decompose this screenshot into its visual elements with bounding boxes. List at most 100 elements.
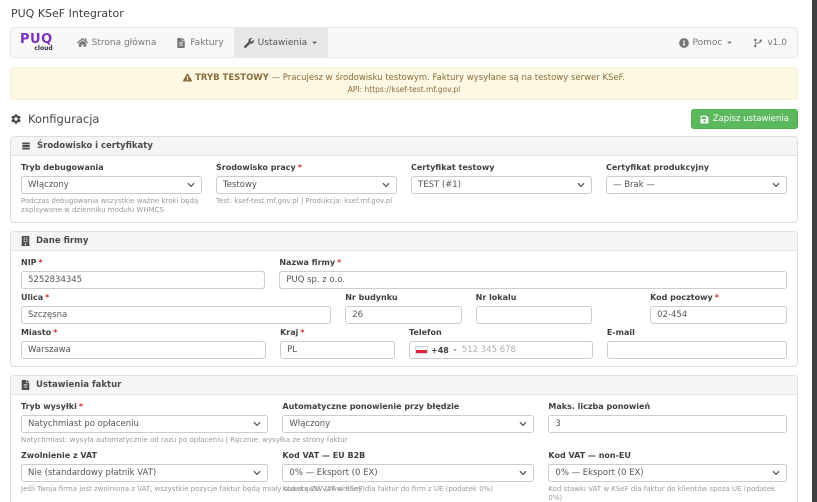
brand-logo[interactable]: PUQ cloud: [11, 28, 67, 57]
card-invoice-settings: Ustawienia faktur Tryb wysyłki* Natychmi…: [10, 375, 798, 502]
debug-mode-select[interactable]: Włączony: [21, 176, 202, 194]
page: PUQ KSeF Integrator PUQ cloud Strona głó…: [0, 0, 812, 502]
building-icon: [21, 236, 30, 246]
page-title: PUQ KSeF Integrator: [11, 7, 798, 20]
field-label-cert-test: Certyfikat testowy: [411, 163, 592, 173]
field-label-max-retries: Maks. liczba ponowień: [548, 402, 787, 412]
nav-item-help[interactable]: Pomoc: [669, 28, 744, 57]
config-header-row: Konfiguracja Zapisz ustawienia: [10, 109, 798, 129]
field-label-vat-exempt: Zwolnienie z VAT: [21, 451, 268, 461]
production-certificate-select[interactable]: — Brak —: [606, 176, 787, 194]
field-help-vat-exempt: Jeśli Twoja firma jest zwolniona z VAT, …: [21, 485, 404, 494]
nav-item-label: Pomoc: [693, 38, 723, 48]
field-label-debug-mode: Tryb debugowania: [21, 163, 202, 173]
phone-field[interactable]: +48: [409, 341, 593, 359]
nav-item-label: v1.0: [767, 38, 787, 48]
caret-down-icon: [452, 347, 458, 353]
save-button-label: Zapisz ustawienia: [713, 114, 789, 124]
chevron-down-icon: [772, 469, 780, 477]
card-title: Ustawienia faktur: [36, 380, 121, 390]
field-label-vat-non-eu: Kod VAT — non-EU: [548, 451, 787, 461]
chevron-down-icon: [187, 181, 195, 189]
window-edge: [812, 0, 817, 502]
field-help-work-env: Test: ksef-test.mf.gov.pl | Produkcja: k…: [216, 197, 397, 206]
nav-item-settings[interactable]: Ustawienia: [234, 28, 328, 57]
field-label-vat-eu: Kod VAT — EU B2B: [282, 451, 534, 461]
vat-exempt-select[interactable]: Nie (standardowy płatnik VAT): [21, 464, 268, 482]
field-label-street: Ulica*: [21, 293, 331, 303]
email-input[interactable]: [607, 341, 787, 359]
phone-number-input[interactable]: [462, 345, 587, 355]
vat-eu-select[interactable]: 0% — Eksport (0 EX): [282, 464, 534, 482]
section-title-config: Konfiguracja: [10, 112, 99, 126]
country-input[interactable]: [280, 341, 395, 359]
field-label-work-env: Środowisko pracy*: [216, 163, 397, 173]
home-icon: [77, 37, 88, 48]
chevron-down-icon: [519, 420, 527, 428]
wrench-icon: [244, 38, 254, 48]
field-help-debug-mode: Podczas debugowania wszystkie ważne krok…: [21, 197, 202, 215]
nav-item-version[interactable]: v1.0: [743, 28, 797, 57]
select-value: Nie (standardowy płatnik VAT): [28, 468, 156, 478]
field-label-unit-no: Nr lokalu: [476, 293, 592, 303]
send-mode-select[interactable]: Natychmiast po opłaceniu: [21, 415, 268, 433]
alert-message: TRYB TESTOWY — Pracujesz w środowisku te…: [19, 73, 789, 83]
brand-logo-sub: cloud: [34, 46, 52, 51]
info-circle-icon: [679, 38, 689, 48]
company-name-input[interactable]: [279, 271, 787, 289]
field-label-building-no: Nr budynku: [345, 293, 461, 303]
field-label-send-mode: Tryb wysyłki*: [21, 402, 268, 412]
nav-item-label: Ustawienia: [258, 38, 307, 48]
card-environment-header: Środowisko i certyfikaty: [11, 137, 797, 156]
field-label-postcode: Kod pocztowy*: [650, 293, 787, 303]
save-icon: [700, 115, 709, 124]
field-label-email: E-mail: [607, 328, 787, 338]
city-input[interactable]: [21, 341, 266, 359]
navbar: PUQ cloud Strona główna Faktury Ustawien…: [10, 27, 798, 58]
auto-retry-select[interactable]: Włączony: [282, 415, 534, 433]
building-number-input[interactable]: [345, 306, 461, 324]
poland-flag-icon: [415, 346, 428, 354]
card-environment: Środowisko i certyfikaty Tryb debugowani…: [10, 136, 798, 223]
test-certificate-select[interactable]: TEST (#1): [411, 176, 592, 194]
test-mode-alert: TRYB TESTOWY — Pracujesz w środowisku te…: [10, 67, 798, 100]
nav-item-home[interactable]: Strona główna: [67, 28, 167, 57]
phone-country-select[interactable]: +48: [415, 346, 458, 355]
field-label-company-name: Nazwa firmy*: [279, 258, 787, 268]
field-label-nip: NIP*: [21, 258, 265, 268]
nip-input[interactable]: [21, 271, 265, 289]
select-value: 0% — Eksport (0 EX): [289, 468, 377, 478]
field-label-auto-retry: Automatyczne ponowienie przy błędzie: [282, 402, 534, 412]
vat-non-eu-select[interactable]: 0% — Eksport (0 EX): [548, 464, 787, 482]
max-retries-input[interactable]: [548, 415, 787, 433]
warning-triangle-icon: [183, 73, 192, 82]
select-value: Testowy: [223, 180, 257, 190]
chevron-down-icon: [772, 181, 780, 189]
card-company: Dane firmy NIP* Nazwa firmy* Ulica*: [10, 231, 798, 367]
select-value: — Brak —: [613, 180, 655, 190]
field-label-country: Kraj*: [280, 328, 395, 338]
phone-prefix: +48: [431, 346, 449, 355]
select-value: Natychmiast po opłaceniu: [28, 419, 139, 429]
caret-down-icon: [726, 39, 733, 46]
select-value: 0% — Eksport (0 EX): [555, 468, 643, 478]
alert-badge: TRYB TESTOWY: [195, 73, 269, 83]
nav-item-invoices[interactable]: Faktury: [166, 28, 233, 57]
select-value: Włączony: [28, 180, 69, 190]
street-input[interactable]: [21, 306, 331, 324]
postcode-input[interactable]: [650, 306, 787, 324]
field-label-city: Miasto*: [21, 328, 266, 338]
card-company-header: Dane firmy: [11, 232, 797, 251]
nav-item-label: Strona główna: [92, 38, 157, 48]
work-environment-select[interactable]: Testowy: [216, 176, 397, 194]
card-invoice-settings-header: Ustawienia faktur: [11, 376, 797, 395]
chevron-down-icon: [253, 420, 261, 428]
save-settings-button[interactable]: Zapisz ustawienia: [691, 109, 798, 129]
card-title: Środowisko i certyfikaty: [37, 141, 153, 151]
unit-number-input[interactable]: [476, 306, 592, 324]
field-help-vat-non-eu: Kod stawki VAT w KSeF dla faktur do klie…: [548, 485, 787, 502]
select-value: TEST (#1): [418, 180, 461, 190]
nav-item-label: Faktury: [190, 38, 223, 48]
select-value: Włączony: [289, 419, 330, 429]
chevron-down-icon: [382, 181, 390, 189]
